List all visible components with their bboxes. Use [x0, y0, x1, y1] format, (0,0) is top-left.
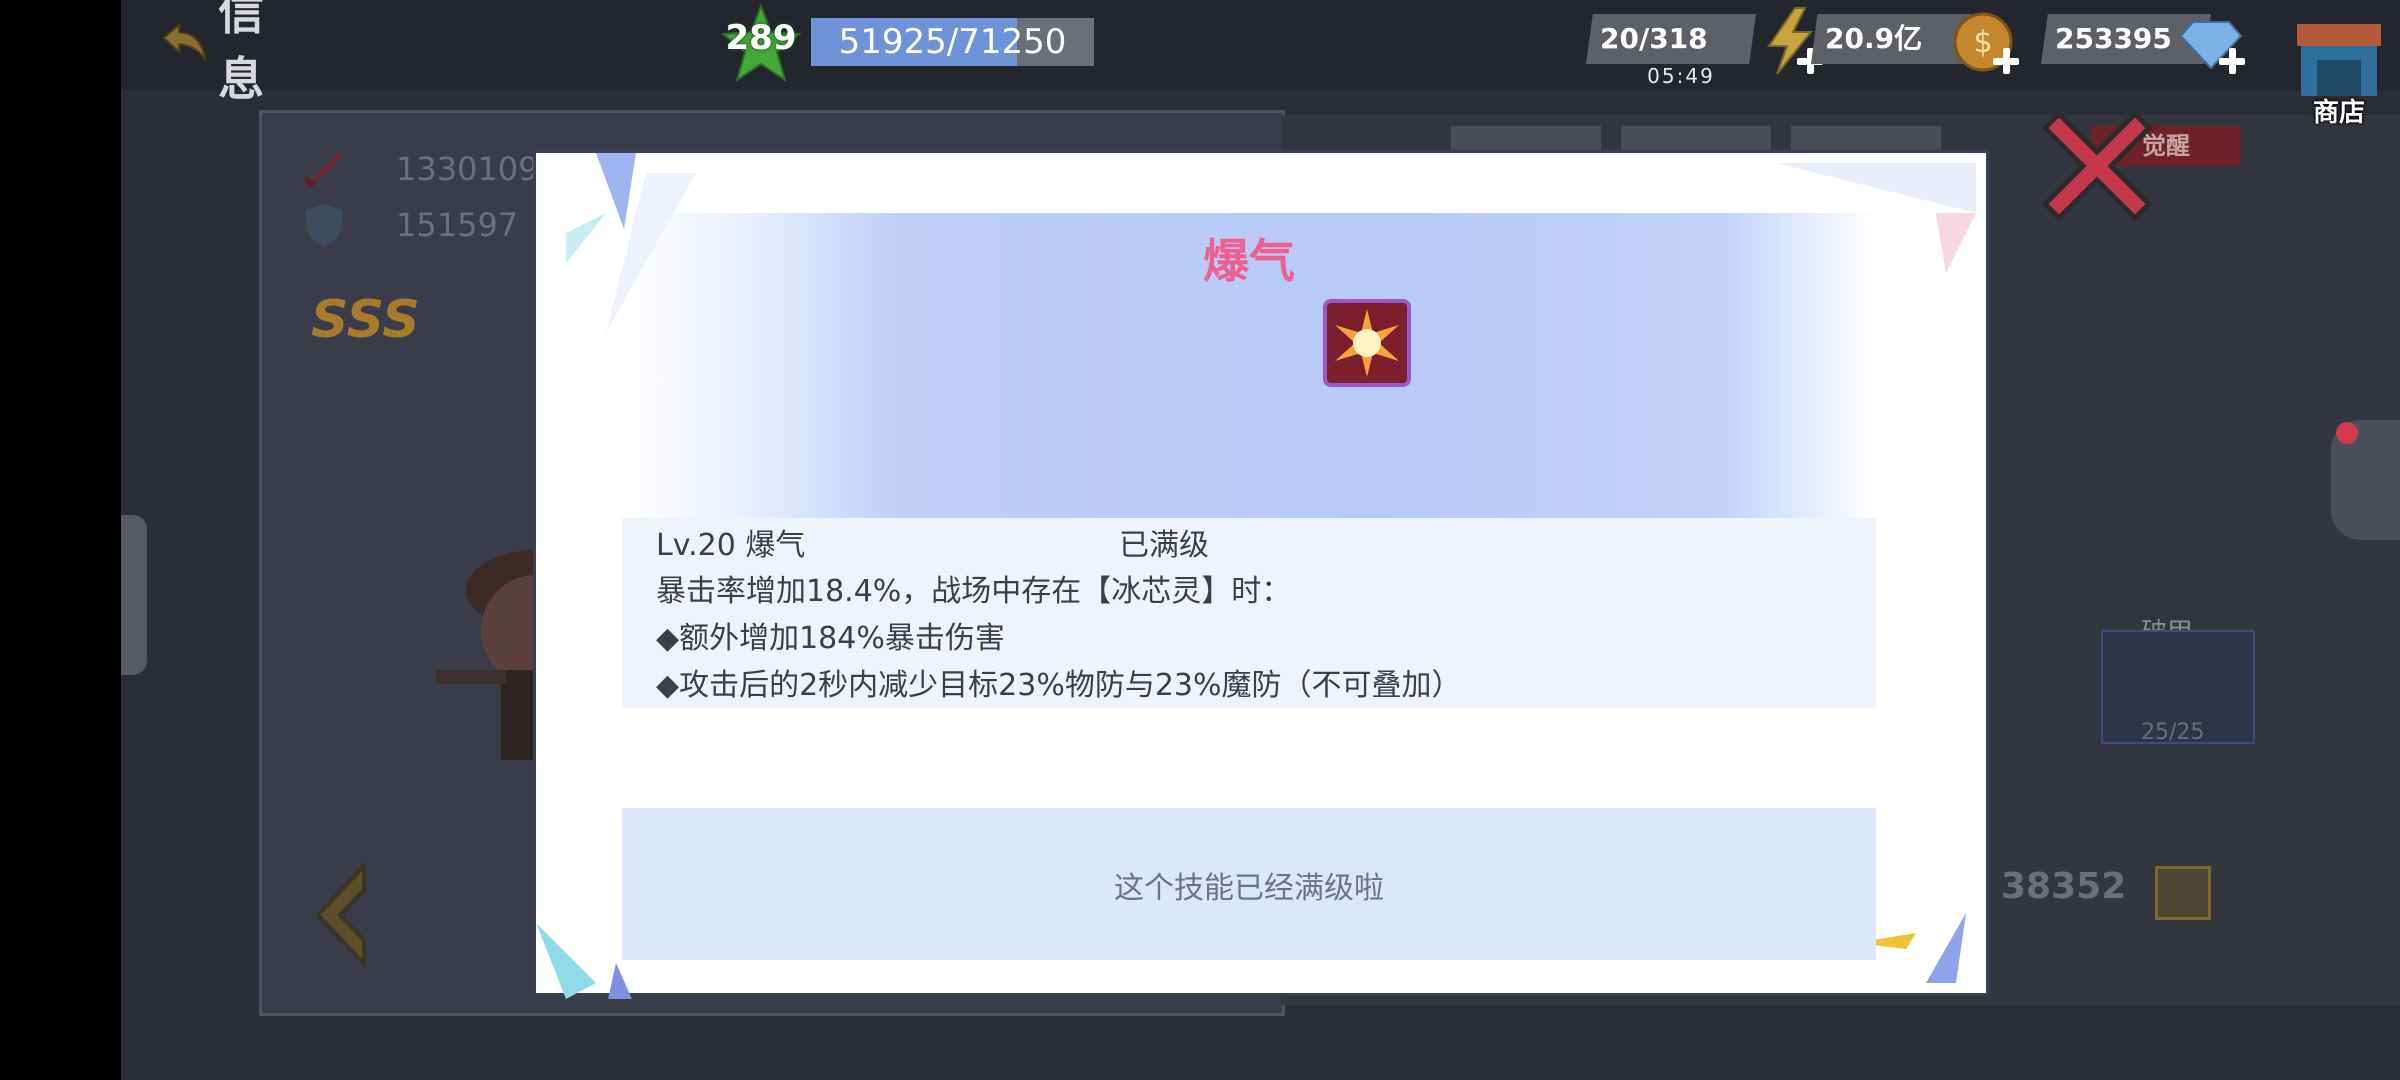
rank-badge: SSS	[311, 290, 420, 350]
shield-icon	[305, 204, 343, 247]
max-level-notice-text: 这个技能已经满级啦	[1114, 871, 1384, 906]
burst-skill-icon	[1323, 299, 1411, 387]
gold-counter: 20.9亿	[1811, 14, 1971, 64]
add-diamond-button[interactable]	[2219, 48, 2245, 74]
prev-hero-arrow-icon[interactable]	[306, 860, 376, 970]
back-button[interactable]: 信息	[161, 0, 281, 106]
skill-max-status: 已满级	[1119, 528, 1209, 563]
skill-desc-line: ◆额外增加184%暴击伤害	[656, 621, 1005, 656]
skill-desc-line: ◆攻击后的2秒内减少目标23%物防与23%魔防（不可叠加）	[656, 668, 1462, 703]
add-gold-button[interactable]	[1993, 48, 2019, 74]
power-value: 38352	[2001, 866, 2127, 907]
svg-text:$: $	[1973, 25, 1992, 60]
break-armor-count: 25/25	[2141, 720, 2205, 745]
skill-name-title: 爆气	[1203, 234, 1295, 288]
close-icon[interactable]	[2039, 108, 2155, 224]
player-level: 289	[725, 18, 797, 58]
chat-notification-dot	[2336, 422, 2358, 444]
back-arrow-icon	[162, 22, 207, 61]
skill-desc-line: 暴击率增加18.4%，战场中存在【冰芯灵】时：	[656, 574, 1292, 609]
stamina-counter: 20/318	[1586, 14, 1756, 64]
game-screen: 1330109 151597 SSS 觉醒 破甲 25/25 38352 信息 …	[121, 0, 2400, 1080]
skill-level-line: Lv.20 爆气	[656, 528, 806, 563]
page-title: 信息	[218, 0, 267, 106]
exp-bar: 51925/71250	[811, 18, 1094, 66]
add-power-button[interactable]	[2155, 866, 2211, 920]
sword-icon	[302, 148, 343, 189]
exp-text: 51925/71250	[838, 22, 1067, 62]
side-drawer-handle[interactable]	[121, 515, 147, 675]
defense-value: 151597	[396, 206, 519, 244]
stamina-timer: 05:49	[1647, 64, 1715, 88]
attack-value: 1330109	[396, 150, 539, 188]
skill-detail-dialog: 爆气 Lv.20 爆气 已满级 暴击率增加18.4%，战场中存在【冰芯灵】时： …	[533, 150, 1989, 999]
shop-label: 商店	[2312, 98, 2365, 128]
